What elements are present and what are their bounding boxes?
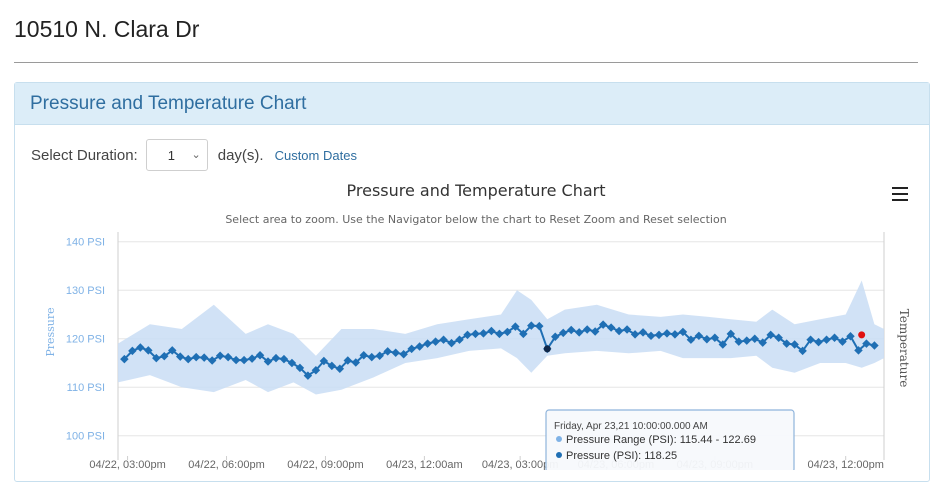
y-tick-label: 130 PSI xyxy=(66,285,105,297)
chart-subtitle: Select area to zoom. Use the Navigator b… xyxy=(225,213,726,226)
highlight-point[interactable] xyxy=(858,331,866,339)
pressure-temperature-chart[interactable]: 140 PSI 130 PSI 120 PSI 110 PSI 100 PSI 04/22… xyxy=(0,0,932,470)
y-axis-title: Pressure xyxy=(44,307,57,356)
y-axis-right-title: Temperature xyxy=(897,309,911,388)
y-tick-label: 120 PSI xyxy=(66,334,105,346)
hamburger-menu-icon[interactable] xyxy=(892,187,908,201)
x-tick-label: 04/22, 03:00pm xyxy=(89,459,165,470)
x-tick-label: 04/22, 09:00pm xyxy=(287,459,363,470)
tooltip-header: Friday, Apr 23,21 10:00:00.000 AM xyxy=(554,421,708,432)
x-tick-label: 04/22, 06:00pm xyxy=(188,459,264,470)
tooltip-range-dot xyxy=(556,436,562,442)
tooltip-range: Pressure Range (PSI): 115.44 - 122.69 xyxy=(566,434,756,446)
y-tick-label: 140 PSI xyxy=(66,237,105,249)
x-tick-label: 04/23, 12:00pm xyxy=(807,459,883,470)
chart-title: Pressure and Temperature Chart xyxy=(347,181,606,200)
tooltip-value-dot xyxy=(556,452,562,458)
hover-point[interactable] xyxy=(543,345,551,353)
chart-tooltip: Friday, Apr 23,21 10:00:00.000 AM Pressur… xyxy=(545,409,795,470)
tooltip-value: Pressure (PSI): 118.25 xyxy=(566,450,677,462)
x-tick-label: 04/23, 12:00am xyxy=(386,459,462,470)
y-tick-label: 110 PSI xyxy=(67,382,105,394)
y-tick-label: 100 PSI xyxy=(66,431,105,443)
